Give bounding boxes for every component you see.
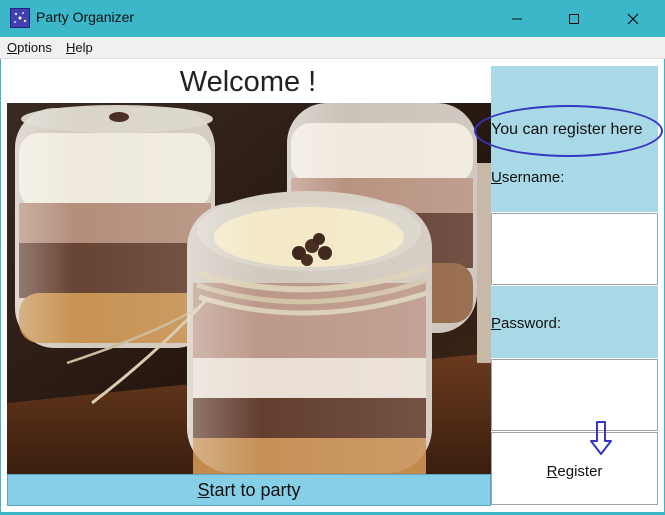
username-label-text: sername:	[501, 169, 565, 186]
start-to-party-button[interactable]: Start to party	[7, 474, 491, 506]
window-title: Party Organizer	[36, 9, 135, 25]
menu-options-accel: O	[7, 40, 18, 55]
menu-bar: Options Help	[0, 37, 665, 59]
minimize-icon	[512, 18, 522, 19]
close-icon	[627, 13, 639, 24]
annotation-arrow-icon	[590, 421, 612, 455]
menu-help-label: elp	[75, 40, 93, 55]
window-frame-left	[0, 59, 1, 512]
annotation-ellipse	[474, 105, 663, 157]
app-icon	[10, 8, 30, 28]
username-label-accel: U	[491, 169, 502, 186]
username-input[interactable]	[491, 213, 658, 285]
menu-help-accel: H	[66, 40, 76, 55]
maximize-icon	[569, 13, 579, 24]
register-button-accel: R	[546, 463, 558, 480]
close-button[interactable]	[610, 0, 656, 37]
register-button[interactable]: Register	[491, 432, 658, 505]
password-input[interactable]	[491, 359, 658, 431]
start-button-label: tart to party	[209, 479, 301, 500]
username-label: Username:	[491, 169, 564, 186]
maximize-button[interactable]	[551, 0, 597, 37]
password-label-accel: P	[491, 315, 502, 332]
register-button-label: egister	[557, 463, 603, 480]
minimize-button[interactable]	[494, 0, 540, 37]
menu-options[interactable]: Options	[7, 40, 52, 55]
dessert-jars-photo	[7, 103, 491, 474]
start-button-accel: S	[197, 479, 210, 500]
password-label-text: assword:	[501, 315, 562, 332]
menu-options-label: ptions	[17, 40, 52, 55]
welcome-heading: Welcome !	[179, 66, 317, 98]
password-label: Password:	[491, 315, 561, 332]
menu-help[interactable]: Help	[66, 40, 93, 55]
title-bar[interactable]: Party Organizer	[0, 0, 665, 37]
